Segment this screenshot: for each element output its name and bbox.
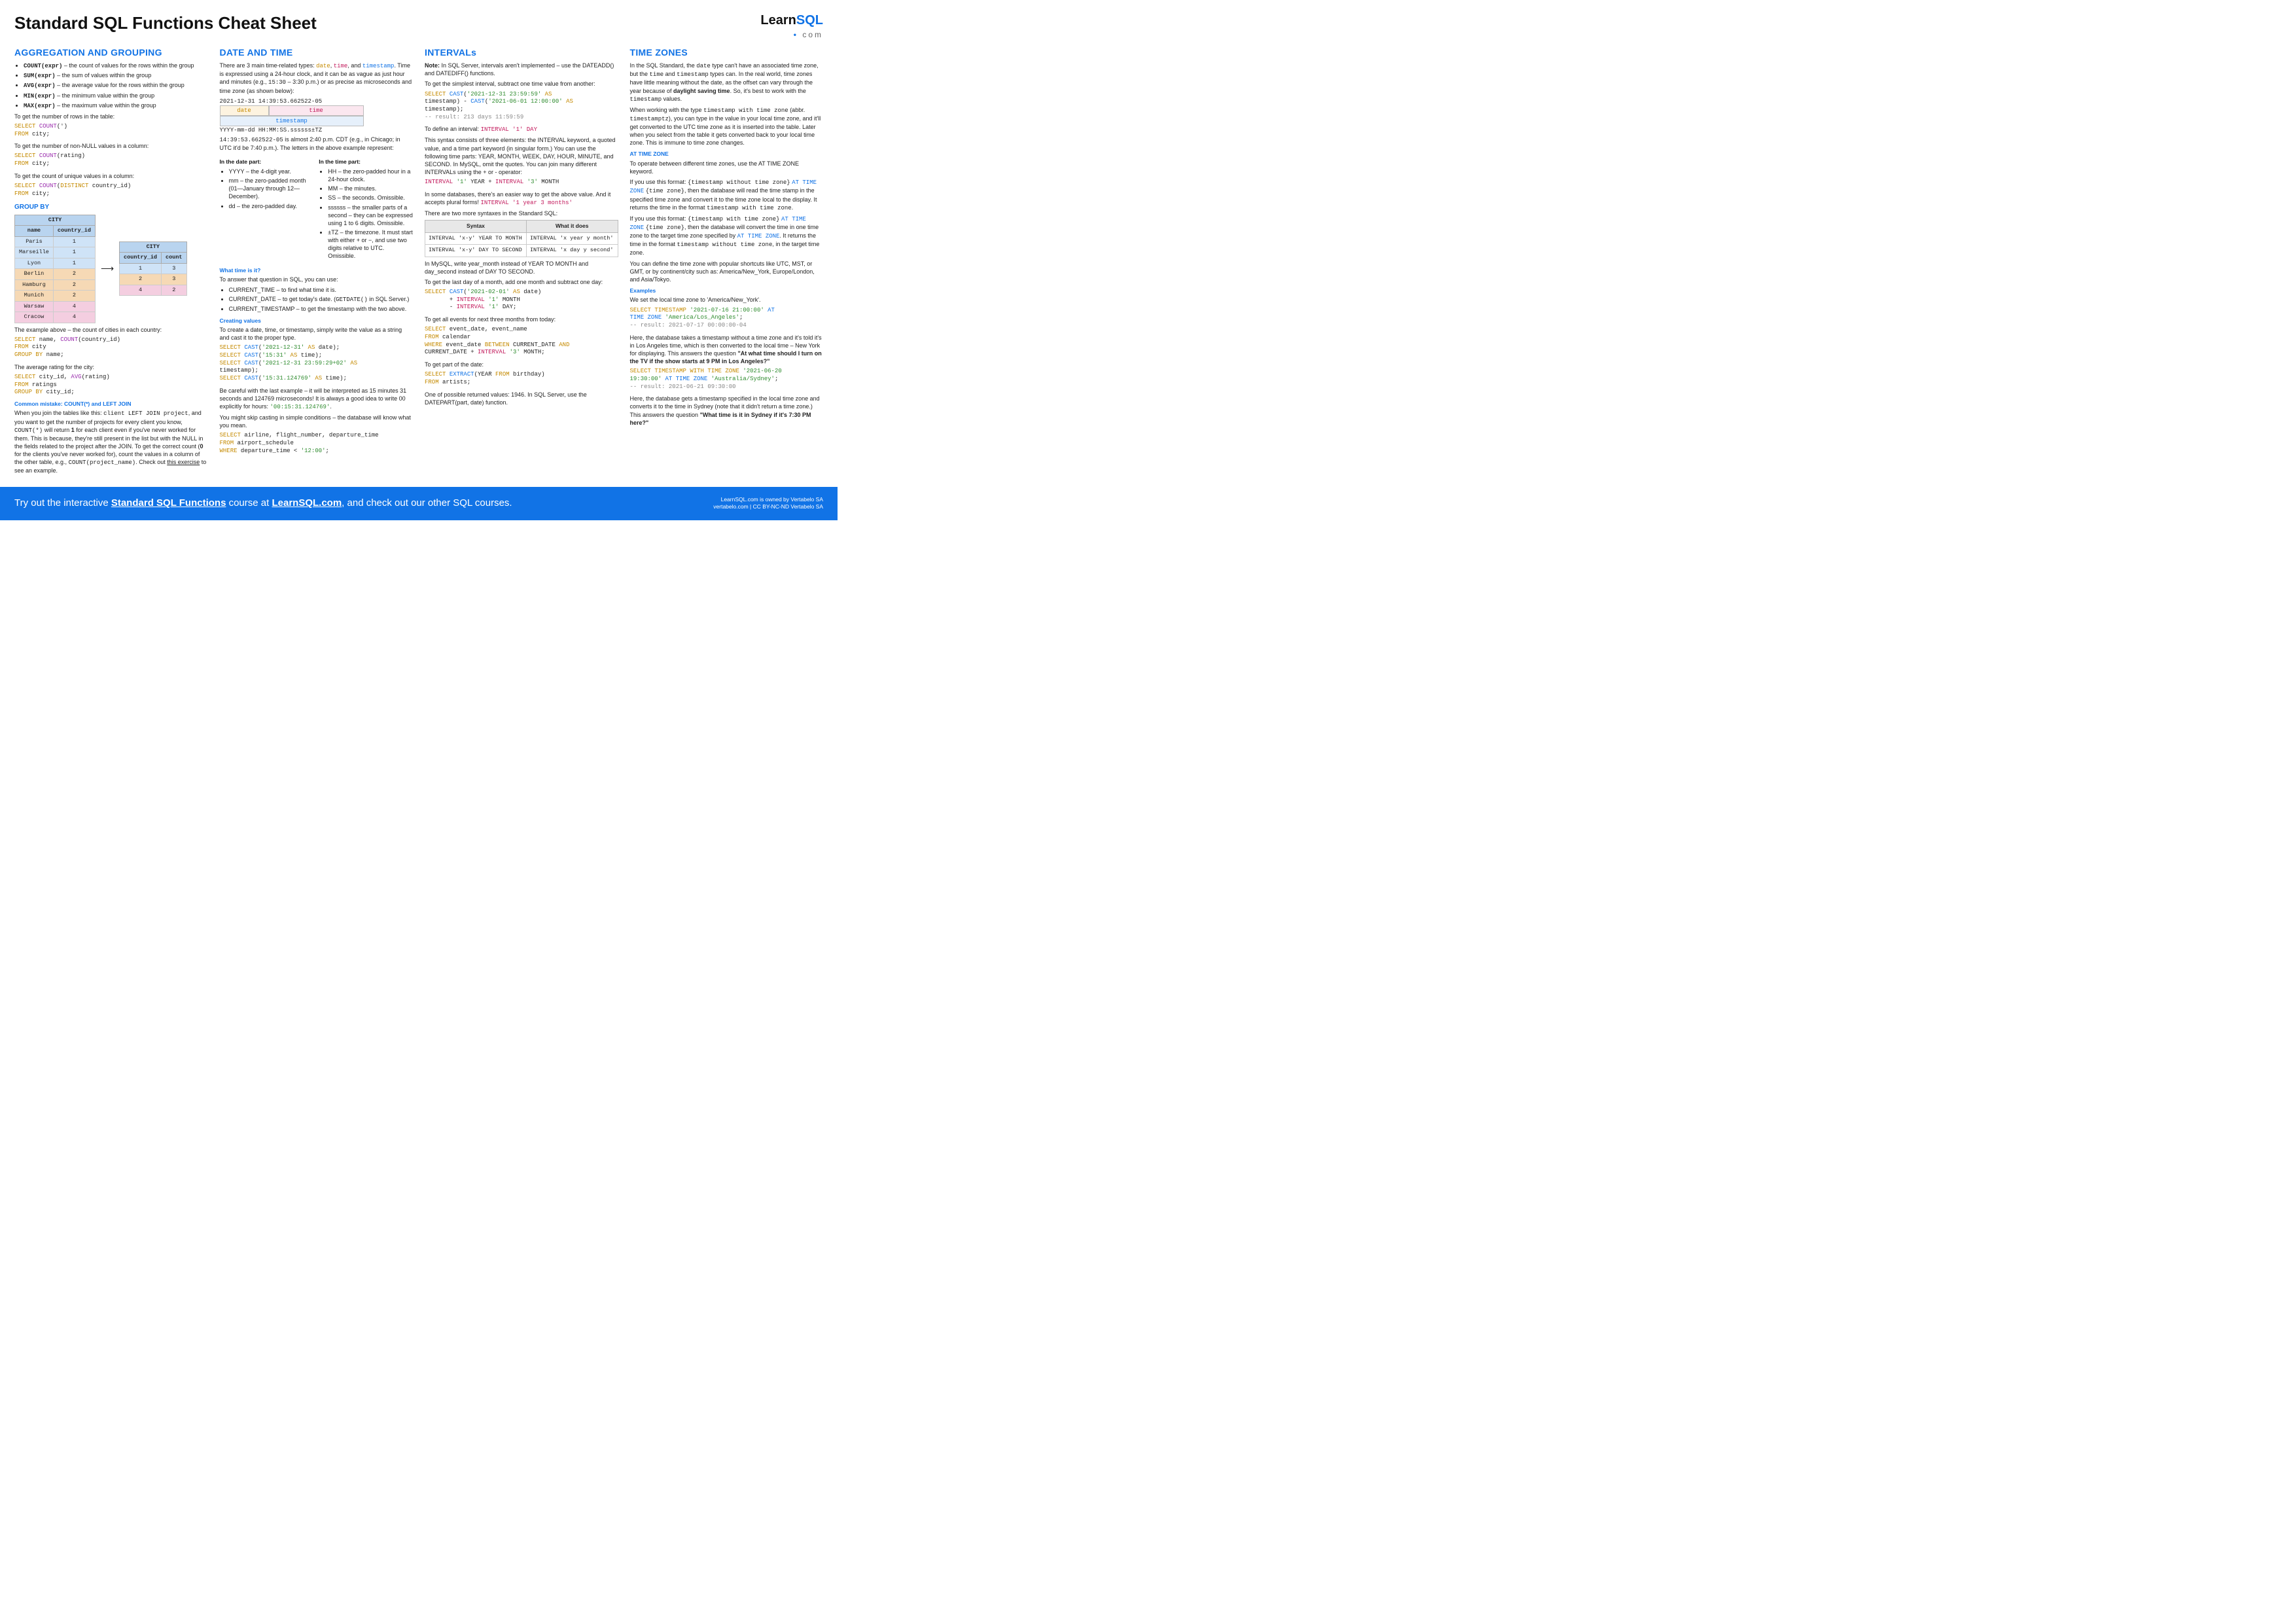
code-ex1: SELECT TIMESTAMP '2021-07-16 21:00:00' A… <box>630 307 824 330</box>
code-group-city: SELECT city_id, AVG(rating) FROM ratings… <box>14 374 208 397</box>
timestamp-diagram: 2021-12-31 14:39:53.662522-05 datetime t… <box>220 98 414 135</box>
agg-count: COUNT(expr) – the count of values for th… <box>24 62 208 70</box>
tp-tz: ±TZ – the timezone. It must start with e… <box>328 228 413 260</box>
li-curdate: CURRENT_DATE – to get today's date. (GET… <box>229 295 414 304</box>
p-simple-interval: To get the simplest interval, subtract o… <box>425 80 618 88</box>
code-next3: SELECT event_date, event_name FROM calen… <box>425 326 618 357</box>
agg-max: MAX(expr) – the maximum value within the… <box>24 101 208 110</box>
heading-datepart: In the date part: <box>220 158 314 166</box>
code-airport: SELECT airline, flight_number, departure… <box>220 432 414 455</box>
heading-create: Creating values <box>220 317 414 325</box>
p-lastday: To get the last day of a month, add one … <box>425 278 618 286</box>
p-create-warn: Be careful with the last example – it wi… <box>220 387 414 411</box>
arrow-icon: ⟶ <box>101 262 114 275</box>
heading-attz: AT TIME ZONE <box>630 151 824 158</box>
code-casts: SELECT CAST('2021-12-31' AS date); SELEC… <box>220 344 414 382</box>
footer-course-link[interactable]: Standard SQL Functions <box>111 497 226 508</box>
code-interval-join: INTERVAL '1' YEAR + INTERVAL '3' MONTH <box>425 179 618 187</box>
col-timezones: TIME ZONES In the SQL Standard, the date… <box>630 46 824 477</box>
footer: Try out the interactive Standard SQL Fun… <box>0 487 838 521</box>
p-define-interval: To define an interval: INTERVAL '1' DAY <box>425 125 618 134</box>
col-aggregation: AGGREGATION AND GROUPING COUNT(expr) – t… <box>14 46 208 477</box>
logo: LearnSQL • com <box>760 12 823 40</box>
p-attz-1: To operate between different time zones,… <box>630 160 824 175</box>
p-count-rows: To get the number of rows in the table: <box>14 113 208 120</box>
code-lastday: SELECT CAST('2021-02-01' AS date) + INTE… <box>425 289 618 312</box>
col-intervals: INTERVALs Note: In SQL Server, intervals… <box>425 46 618 477</box>
heading-whattime: What time is it? <box>220 267 414 274</box>
p-attz-3: If you use this format: {timestamp with … <box>630 215 824 257</box>
p-partdate: To get part of the date: <box>425 361 618 368</box>
p-interval-easy: In some databases, there's an easier way… <box>425 190 618 207</box>
page-title: Standard SQL Functions Cheat Sheet <box>14 12 317 35</box>
agg-avg: AVG(expr) – the average value for the ro… <box>24 81 208 90</box>
city-agg-table: CITY country_idcount 13 23 42 <box>119 241 187 296</box>
p-tz1: In the SQL Standard, the date type can't… <box>630 62 824 103</box>
p-avg-rating: The average rating for the city: <box>14 363 208 371</box>
code-count-col: SELECT COUNT(rating) FROM city; <box>14 152 208 168</box>
interval-syntax-table: SyntaxWhat it does INTERVAL 'x-y' YEAR T… <box>425 220 618 257</box>
heading-timepart: In the time part: <box>319 158 413 166</box>
p-ex2-expl: Here, the database gets a timestamp spec… <box>630 395 824 427</box>
li-curts: CURRENT_TIMESTAMP – to get the timestamp… <box>229 305 414 313</box>
p-interval-note: Note: In SQL Server, intervals aren't im… <box>425 62 618 77</box>
p-dt-intro: There are 3 main time-related types: dat… <box>220 62 414 95</box>
heading-examples: Examples <box>630 287 824 294</box>
dp-month: mm – the zero-padded month (01—January t… <box>229 177 314 200</box>
dp-year: YYYY – the 4-digit year. <box>229 168 314 175</box>
code-interval-sub: SELECT CAST('2021-12-31 23:59:59' AS tim… <box>425 91 618 122</box>
heading-intervals: INTERVALs <box>425 46 618 59</box>
footer-owner: LearnSQL.com is owned by Vertabelo SA <box>713 496 823 504</box>
heading-tz: TIME ZONES <box>630 46 824 59</box>
code-ex2: SELECT TIMESTAMP WITH TIME ZONE '2021-06… <box>630 368 824 391</box>
p-create: To create a date, time, or timestamp, si… <box>220 326 414 342</box>
p-two-more: There are two more syntaxes in the Stand… <box>425 209 618 217</box>
code-count-distinct: SELECT COUNT(DISTINCT country_id) FROM c… <box>14 183 208 198</box>
dp-day: dd – the zero-padded day. <box>229 202 314 210</box>
footer-site-link[interactable]: LearnSQL.com <box>272 497 342 508</box>
agg-sum: SUM(expr) – the sum of values within the… <box>24 71 208 80</box>
exercise-link[interactable]: this exercise <box>167 459 200 465</box>
p-count-nonnull: To get the number of non-NULL values in … <box>14 142 208 150</box>
code-count-star: SELECT COUNT(*) FROM city; <box>14 123 208 138</box>
heading-datetime: DATE AND TIME <box>220 46 414 59</box>
heading-aggregation: AGGREGATION AND GROUPING <box>14 46 208 59</box>
p-count-distinct: To get the count of unique values in a c… <box>14 172 208 180</box>
p-whattime: To answer that question in SQL, you can … <box>220 276 414 283</box>
col-datetime: DATE AND TIME There are 3 main time-rela… <box>220 46 414 477</box>
p-skipcast: You might skip casting in simple conditi… <box>220 414 414 429</box>
p-extract-out: One of possible returned values: 1946. I… <box>425 391 618 406</box>
li-curtime: CURRENT_TIME – to find what time it is. <box>229 286 414 294</box>
heading-mistake: Common mistake: COUNT(*) and LEFT JOIN <box>14 401 208 408</box>
tp-min: MM – the minutes. <box>328 185 413 192</box>
p-attz-2: If you use this format: {timestamp witho… <box>630 178 824 212</box>
heading-groupby: GROUP BY <box>14 203 208 212</box>
p-ex1-expl: Here, the database takes a timestamp wit… <box>630 334 824 366</box>
p-interval-syntax: This syntax consists of three elements: … <box>425 136 618 176</box>
tp-hour: HH – the zero-padded hour in a 24-hour c… <box>328 168 413 183</box>
agg-min: MIN(expr) – the minimum value within the… <box>24 92 208 100</box>
p-group-example: The example above – the count of cities … <box>14 326 208 334</box>
p-shortcuts: You can define the time zone with popula… <box>630 260 824 283</box>
code-extract: SELECT EXTRACT(YEAR FROM birthday) FROM … <box>425 371 618 386</box>
footer-license: vertabelo.com | CC BY-NC-ND Vertabelo SA <box>713 503 823 511</box>
p-mistake: When you join the tables like this: clie… <box>14 409 208 474</box>
city-table: CITY namecountry_id Paris1 Marseille1 Ly… <box>14 215 96 323</box>
p-cdt: 14:39:53.662522-05 is almost 2:40 p.m. C… <box>220 135 414 152</box>
tp-sec: SS – the seconds. Omissible. <box>328 194 413 202</box>
p-next3: To get all events for next three months … <box>425 315 618 323</box>
code-group-name: SELECT name, COUNT(country_id) FROM city… <box>14 336 208 359</box>
p-ex-set: We set the local time zone to 'America/N… <box>630 296 824 304</box>
p-mysql-interval: In MySQL, write year_month instead of YE… <box>425 260 618 276</box>
tp-subsec: ssssss – the smaller parts of a second –… <box>328 204 413 227</box>
p-tz2: When working with the type timestamp wit… <box>630 106 824 147</box>
